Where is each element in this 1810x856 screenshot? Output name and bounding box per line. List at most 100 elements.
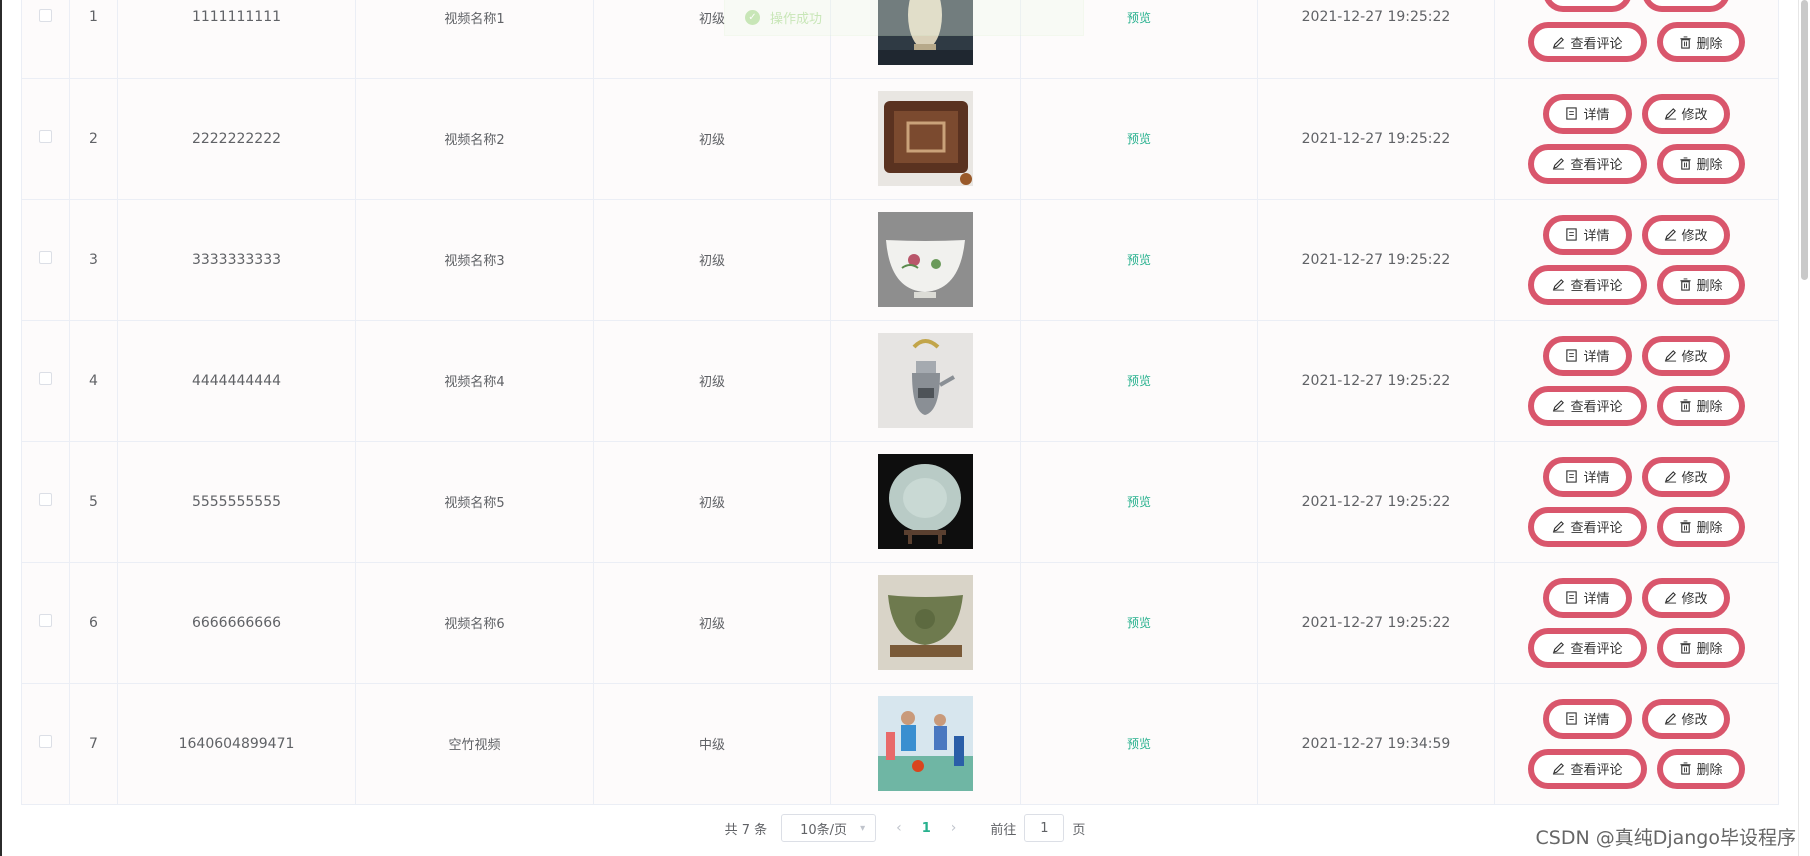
- delete-button[interactable]: 删除: [1656, 264, 1745, 305]
- preview-link[interactable]: 预览: [1127, 737, 1151, 751]
- edit-button[interactable]: 修改: [1641, 93, 1730, 134]
- detail-button[interactable]: 详情: [1543, 93, 1632, 134]
- level-cell: 初级: [593, 78, 831, 200]
- time-cell: 2021-12-27 19:25:22: [1257, 320, 1495, 442]
- cover-image[interactable]: [878, 333, 973, 428]
- select-cell: [21, 562, 70, 684]
- scrollbar-thumb[interactable]: [1801, 0, 1808, 280]
- detail-button[interactable]: 详情: [1543, 214, 1632, 255]
- delete-button[interactable]: 删除: [1656, 143, 1745, 184]
- next-page-button[interactable]: ›: [945, 820, 963, 836]
- preview-link[interactable]: 预览: [1127, 132, 1151, 146]
- pagination-total: 共 7 条: [724, 822, 768, 838]
- detail-button[interactable]: 详情: [1543, 0, 1632, 13]
- table-row: 5 5555555555 视频名称5 初级 预览 2021-12-27 19:25:22 详…: [21, 441, 1779, 563]
- edit-button[interactable]: 修改: [1641, 214, 1730, 255]
- document-icon: [1565, 107, 1578, 120]
- delete-button[interactable]: 删除: [1656, 748, 1745, 789]
- vertical-scrollbar[interactable]: [1798, 0, 1810, 856]
- delete-button[interactable]: 删除: [1656, 385, 1745, 426]
- video-name-cell: 视频名称1: [355, 0, 594, 79]
- preview-link[interactable]: 预览: [1127, 616, 1151, 630]
- preview-cell: 预览: [1020, 78, 1258, 200]
- row-checkbox[interactable]: [39, 8, 52, 22]
- row-checkbox[interactable]: [39, 614, 52, 627]
- comments-button[interactable]: 查看评论: [1528, 385, 1647, 426]
- edit-button-label: 修改: [1682, 0, 1708, 2]
- cover-image-cell: [830, 562, 1021, 684]
- cover-image[interactable]: [878, 454, 973, 549]
- comments-button-label: 查看评论: [1570, 36, 1623, 52]
- comments-button-label: 查看评论: [1570, 400, 1623, 415]
- cover-image-cell: [830, 320, 1021, 442]
- preview-link[interactable]: 预览: [1127, 374, 1151, 388]
- row-checkbox[interactable]: [39, 735, 52, 748]
- prev-page-button[interactable]: ‹: [890, 820, 908, 836]
- pencil-icon: [1664, 349, 1677, 362]
- comments-button[interactable]: 查看评论: [1528, 264, 1647, 305]
- comments-button-label: 查看评论: [1570, 763, 1623, 778]
- detail-button[interactable]: 详情: [1543, 698, 1632, 739]
- detail-button[interactable]: 详情: [1543, 577, 1632, 618]
- row-checkbox[interactable]: [39, 372, 52, 385]
- cover-image-cell: [830, 683, 1021, 805]
- delete-button[interactable]: 删除: [1656, 627, 1745, 668]
- detail-button-label: 详情: [1583, 471, 1610, 486]
- table-row: 2 2222222222 视频名称2 初级 预览 2021-12-27 19:25:22 详…: [21, 78, 1779, 200]
- pencil-icon: [1552, 762, 1565, 775]
- comments-button[interactable]: 查看评论: [1528, 22, 1647, 63]
- trash-icon: [1679, 520, 1692, 533]
- row-checkbox[interactable]: [39, 493, 52, 506]
- code-cell: 1640604899471: [117, 683, 356, 805]
- comments-button[interactable]: 查看评论: [1528, 506, 1647, 547]
- cover-image[interactable]: [878, 696, 973, 791]
- video-name-cell: 视频名称3: [355, 199, 594, 321]
- page-suffix: 页: [1072, 822, 1086, 838]
- preview-link[interactable]: 预览: [1127, 495, 1151, 509]
- detail-button[interactable]: 详情: [1543, 335, 1632, 376]
- cover-image[interactable]: [878, 212, 973, 307]
- actions-cell: 详情 修改查看评论 删除: [1494, 441, 1779, 563]
- select-cell: [21, 441, 70, 563]
- edit-button-label: 修改: [1681, 350, 1708, 365]
- edit-button[interactable]: 修改: [1641, 0, 1730, 13]
- page-jumper: 前往 页: [990, 814, 1085, 842]
- pencil-icon: [1664, 107, 1677, 120]
- delete-button[interactable]: 删除: [1656, 506, 1745, 547]
- pencil-icon: [1552, 520, 1565, 533]
- page-number-current[interactable]: 1: [922, 821, 931, 836]
- preview-link[interactable]: 预览: [1127, 253, 1151, 267]
- goto-page-input[interactable]: [1024, 814, 1065, 842]
- comments-button[interactable]: 查看评论: [1528, 748, 1647, 789]
- pencil-icon: [1552, 641, 1565, 654]
- cover-image[interactable]: [878, 91, 973, 186]
- code-cell: 3333333333: [117, 199, 356, 321]
- select-cell: [21, 0, 70, 79]
- document-icon: [1565, 470, 1578, 483]
- row-actions: 详情 修改查看评论 删除: [1495, 214, 1778, 305]
- comments-button[interactable]: 查看评论: [1528, 143, 1647, 184]
- code-cell: 4444444444: [117, 320, 356, 442]
- csdn-watermark: CSDN @真纯Django毕设程序: [1535, 827, 1797, 849]
- edit-button[interactable]: 修改: [1641, 456, 1730, 497]
- row-checkbox[interactable]: [39, 251, 52, 264]
- comments-button[interactable]: 查看评论: [1528, 627, 1647, 668]
- edit-button[interactable]: 修改: [1641, 577, 1730, 618]
- document-icon: [1565, 228, 1578, 241]
- document-icon: [1565, 349, 1578, 362]
- cover-image[interactable]: [878, 575, 973, 670]
- actions-cell: 详情 修改查看评论 删除: [1494, 562, 1779, 684]
- edit-button[interactable]: 修改: [1641, 698, 1730, 739]
- edit-button[interactable]: 修改: [1641, 335, 1730, 376]
- delete-button-label: 删除: [1696, 36, 1723, 52]
- page-size-select[interactable]: 10条/页 ▾: [781, 814, 877, 842]
- delete-button[interactable]: 删除: [1656, 22, 1745, 63]
- toast-text: 操作成功: [770, 12, 823, 27]
- row-actions: 详情 修改查看评论 删除: [1495, 698, 1778, 789]
- preview-link[interactable]: 预览: [1127, 11, 1151, 25]
- detail-button[interactable]: 详情: [1543, 456, 1632, 497]
- row-checkbox[interactable]: [39, 130, 52, 143]
- code-cell: 5555555555: [117, 441, 356, 563]
- pencil-icon: [1552, 36, 1565, 49]
- video-name-cell: 视频名称5: [355, 441, 594, 563]
